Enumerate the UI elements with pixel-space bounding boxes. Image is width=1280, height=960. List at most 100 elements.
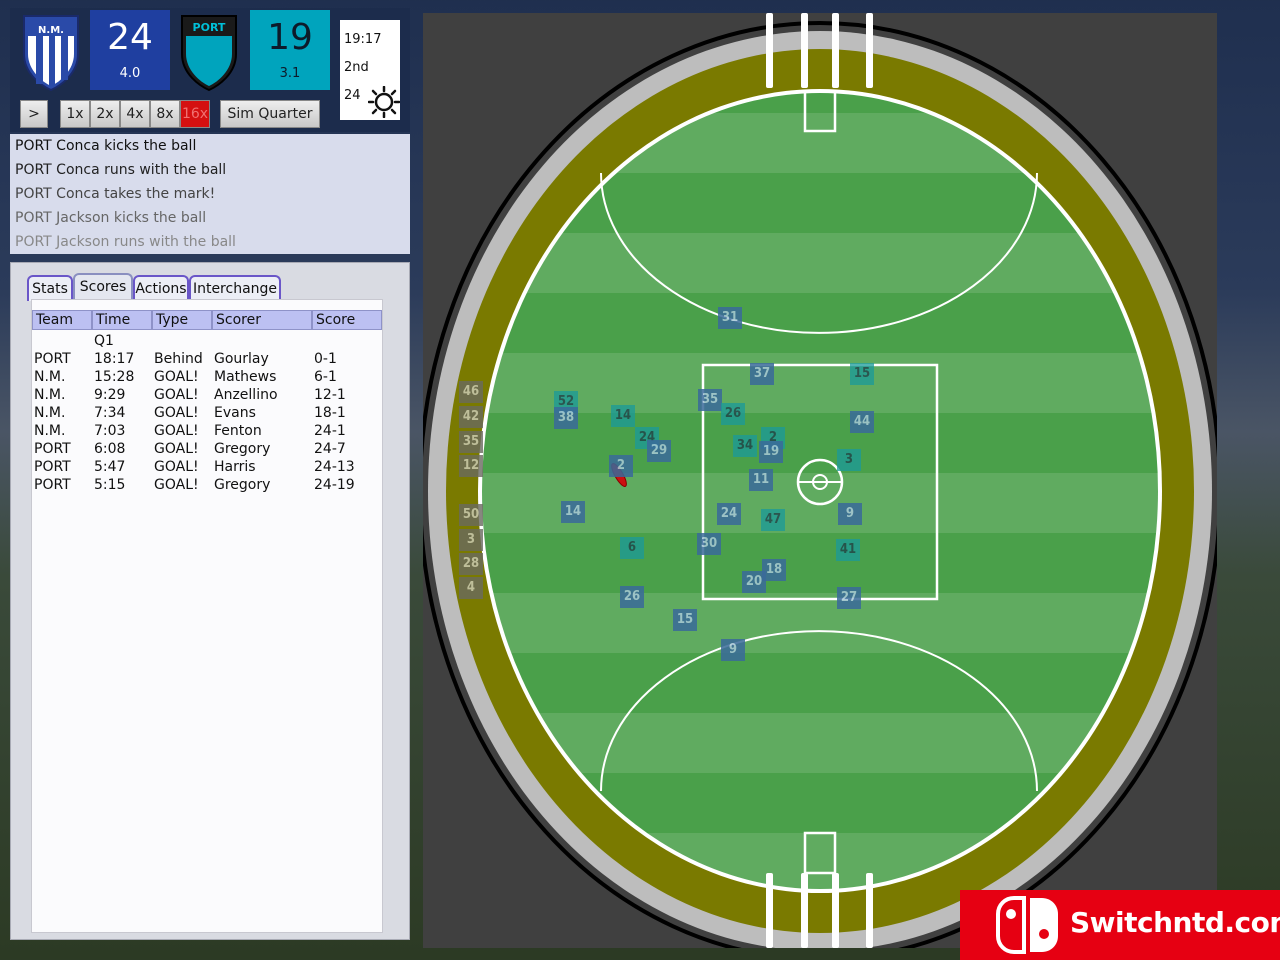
player-marker[interactable]: 41 xyxy=(836,539,860,561)
player-marker[interactable]: 24 xyxy=(717,503,741,525)
player-marker[interactable]: 20 xyxy=(742,571,766,593)
game-field: 31 37 15 35 26 44 52 38 14 24 29 34 2 19 3 2 11 14 24 47 9 6 3… xyxy=(423,13,1217,948)
table-cell: GOAL! xyxy=(154,387,199,403)
port-adelaide-logo: PORT xyxy=(181,15,237,92)
player-marker[interactable]: 44 xyxy=(850,411,874,433)
player-marker[interactable]: 26 xyxy=(620,586,644,608)
scores-table: Team Time Type Scorer Score Q1 PORT 18:17… xyxy=(31,299,383,933)
switch-logo-icon xyxy=(996,896,1058,954)
table-cell: GOAL! xyxy=(154,441,199,457)
bench-player-marker[interactable]: 42 xyxy=(459,406,483,428)
table-cell: Anzellino xyxy=(214,387,278,403)
player-marker[interactable]: 27 xyxy=(837,587,861,609)
bench-player-marker[interactable]: 35 xyxy=(459,431,483,453)
table-cell: 5:15 xyxy=(94,477,126,493)
player-marker[interactable]: 9 xyxy=(721,639,745,661)
table-cell: 5:47 xyxy=(94,459,126,475)
quarter-label: Q1 xyxy=(94,333,114,349)
player-marker[interactable]: 47 xyxy=(761,509,785,531)
column-header-type: Type xyxy=(152,310,212,330)
table-cell: 0-1 xyxy=(314,351,337,367)
table-cell: PORT xyxy=(34,459,71,475)
home-logo-text: N.M. xyxy=(38,25,64,36)
tab-scores[interactable]: Scores xyxy=(73,273,133,301)
bench-player-marker[interactable]: 4 xyxy=(459,577,483,599)
table-cell: Gregory xyxy=(214,441,271,457)
column-header-team: Team xyxy=(32,310,92,330)
player-marker[interactable]: 34 xyxy=(733,435,757,457)
bench-player-marker[interactable]: 3 xyxy=(459,529,483,551)
player-marker[interactable]: 30 xyxy=(697,533,721,555)
speed-8x-button[interactable]: 8x xyxy=(150,100,180,128)
table-cell: 24-1 xyxy=(314,423,346,439)
table-cell: 24-19 xyxy=(314,477,355,493)
tab-interchange[interactable]: Interchange xyxy=(189,275,281,301)
player-marker[interactable]: 15 xyxy=(850,363,874,385)
table-cell: 18-1 xyxy=(314,405,346,421)
speed-2x-button[interactable]: 2x xyxy=(90,100,120,128)
tab-stats[interactable]: Stats xyxy=(27,275,73,301)
speed-4x-button[interactable]: 4x xyxy=(120,100,150,128)
table-cell: PORT xyxy=(34,351,71,367)
table-cell: GOAL! xyxy=(154,477,199,493)
player-marker[interactable]: 31 xyxy=(718,307,742,329)
player-marker[interactable]: 14 xyxy=(611,405,635,427)
home-score-box: 24 4.0 xyxy=(90,10,170,90)
bench-player-marker[interactable]: 50 xyxy=(459,504,483,526)
home-score-total: 24 xyxy=(107,17,153,58)
table-cell: 6-1 xyxy=(314,369,337,385)
player-marker[interactable]: 3 xyxy=(837,449,861,471)
north-melbourne-logo: N.M. xyxy=(23,15,79,92)
player-marker[interactable]: 35 xyxy=(698,389,722,411)
player-marker[interactable]: 6 xyxy=(620,537,644,559)
commentary-log: PORT Conca kicks the ball PORT Conca run… xyxy=(10,134,410,254)
player-marker[interactable]: 29 xyxy=(647,440,671,462)
table-cell: GOAL! xyxy=(154,423,199,439)
speed-1x-button[interactable]: 1x xyxy=(60,100,90,128)
table-cell: GOAL! xyxy=(154,369,199,385)
table-cell: N.M. xyxy=(34,405,66,421)
commentary-line: PORT Jackson runs with the ball xyxy=(15,234,236,250)
table-cell: N.M. xyxy=(34,387,66,403)
tab-actions[interactable]: Actions xyxy=(133,275,189,301)
player-marker[interactable]: 37 xyxy=(750,363,774,385)
table-cell: 18:17 xyxy=(94,351,135,367)
table-cell: Evans xyxy=(214,405,256,421)
column-header-time: Time xyxy=(92,310,152,330)
play-button[interactable]: > xyxy=(20,100,48,128)
commentary-line: PORT Conca kicks the ball xyxy=(15,138,197,154)
player-marker[interactable]: 19 xyxy=(759,441,783,463)
brand-banner: Switchntd.com xyxy=(960,890,1280,960)
table-cell: 24-7 xyxy=(314,441,346,457)
sim-quarter-button[interactable]: Sim Quarter xyxy=(220,100,320,128)
match-info: 19:17 2nd 24 xyxy=(340,20,400,120)
player-marker[interactable]: 38 xyxy=(554,407,578,429)
bench-player-marker[interactable]: 28 xyxy=(459,553,483,575)
game-clock: 19:17 xyxy=(344,32,382,47)
table-cell: 15:28 xyxy=(94,369,135,385)
player-marker[interactable]: 11 xyxy=(749,469,773,491)
player-marker[interactable]: 26 xyxy=(721,403,745,425)
table-cell: 7:34 xyxy=(94,405,126,421)
commentary-line: PORT Conca takes the mark! xyxy=(15,186,216,202)
stats-panel: Stats Scores Actions Interchange Team Ti… xyxy=(10,262,410,940)
bench-player-marker[interactable]: 46 xyxy=(459,381,483,403)
player-marker[interactable]: 14 xyxy=(561,501,585,523)
bench-player-marker[interactable]: 12 xyxy=(459,455,483,477)
commentary-line: PORT Jackson kicks the ball xyxy=(15,210,207,226)
column-header-score: Score xyxy=(312,310,382,330)
away-score-box: 19 3.1 xyxy=(250,10,330,90)
column-header-scorer: Scorer xyxy=(212,310,312,330)
player-marker[interactable]: 15 xyxy=(673,609,697,631)
table-cell: Mathews xyxy=(214,369,277,385)
table-cell: GOAL! xyxy=(154,459,199,475)
brand-text: Switchntd.com xyxy=(1070,906,1280,939)
player-marker[interactable]: 2 xyxy=(609,455,633,477)
player-marker[interactable]: 9 xyxy=(838,503,862,525)
commentary-line: PORT Conca runs with the ball xyxy=(15,162,227,178)
table-cell: 9:29 xyxy=(94,387,126,403)
sun-icon xyxy=(368,86,400,118)
table-cell: Fenton xyxy=(214,423,262,439)
speed-16x-button[interactable]: 16x xyxy=(180,100,210,128)
table-cell: Gregory xyxy=(214,477,271,493)
